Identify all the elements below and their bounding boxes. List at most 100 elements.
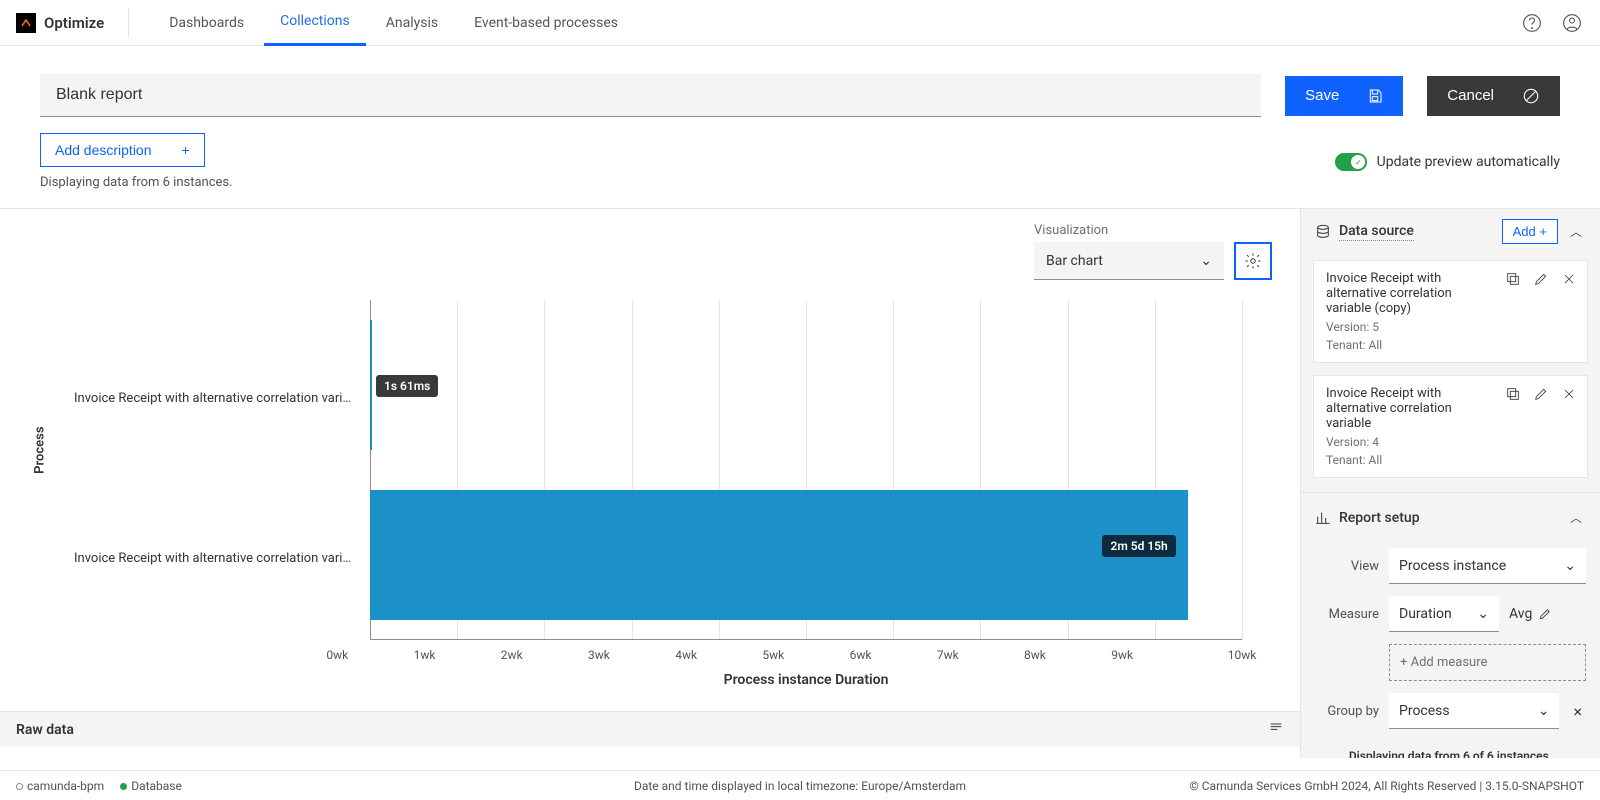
- nav-tab-dashboards[interactable]: Dashboards: [153, 0, 260, 46]
- help-icon[interactable]: [1520, 11, 1544, 35]
- tick-2: 2wk: [501, 648, 588, 662]
- save-icon: [1367, 88, 1383, 104]
- tick-8: 8wk: [1024, 648, 1111, 662]
- auto-preview-label: Update preview automatically: [1377, 154, 1560, 170]
- timezone-text: Date and time displayed in local timezon…: [634, 779, 966, 793]
- expand-icon[interactable]: [1268, 720, 1284, 740]
- chart-pane: Visualization Bar chart ⌄ Process Invoic…: [0, 209, 1300, 758]
- cancel-label: Cancel: [1447, 87, 1494, 104]
- tick-0: 0wk: [326, 648, 413, 662]
- chevron-up-icon[interactable]: ︿: [1566, 505, 1586, 530]
- engine-status: camunda-bpm: [16, 779, 104, 793]
- sub-row: Add description + Displaying data from 6…: [0, 117, 1600, 208]
- y-axis-label: Process: [33, 426, 48, 473]
- nav-tab-analysis[interactable]: Analysis: [370, 0, 454, 46]
- x-axis-label: Process instance Duration: [370, 672, 1242, 688]
- viz-value: Bar chart: [1046, 253, 1103, 269]
- visualization-select[interactable]: Bar chart ⌄: [1034, 242, 1224, 280]
- add-measure-button[interactable]: + Add measure: [1389, 644, 1586, 681]
- instances-text: Displaying data from 6 instances.: [40, 175, 233, 190]
- group-by-select[interactable]: Process ⌄: [1389, 693, 1559, 729]
- group-by-value: Process: [1399, 703, 1450, 719]
- chevron-down-icon: ⌄: [1564, 558, 1576, 574]
- plus-icon: +: [182, 142, 190, 158]
- auto-preview-toggle[interactable]: ✓: [1335, 153, 1367, 171]
- cancel-icon: [1522, 87, 1540, 105]
- db-status: Database: [120, 779, 182, 793]
- sub-right: ✓ Update preview automatically: [1335, 153, 1560, 171]
- copy-icon[interactable]: [1503, 384, 1523, 404]
- tick-3: 3wk: [588, 648, 675, 662]
- measure-value: Duration: [1399, 606, 1452, 622]
- tick-7: 7wk: [937, 648, 1024, 662]
- value-badge-1: 2m 5d 15h: [1102, 535, 1175, 557]
- save-button[interactable]: Save: [1285, 76, 1403, 116]
- ds-version-0: Version: 5: [1326, 320, 1575, 334]
- chevron-down-icon: ⌄: [1477, 606, 1489, 622]
- cat-label-1: Invoice Receipt with alternative correla…: [74, 551, 364, 566]
- gear-icon: [1244, 252, 1262, 270]
- bar-0[interactable]: [370, 320, 372, 449]
- chevron-down-icon: ⌄: [1200, 253, 1212, 269]
- chart-icon: [1315, 510, 1331, 526]
- sub-left: Add description + Displaying data from 6…: [40, 133, 233, 190]
- cat-label-0: Invoice Receipt with alternative correla…: [74, 391, 364, 406]
- chart-body: Process Invoice Receipt with alternative…: [46, 300, 1272, 680]
- measure-select[interactable]: Duration ⌄: [1389, 596, 1499, 632]
- brand-name: Optimize: [44, 14, 104, 32]
- brand: Optimize: [16, 8, 129, 38]
- tick-4: 4wk: [675, 648, 762, 662]
- group-by-label: Group by: [1315, 704, 1379, 719]
- ds-version-1: Version: 4: [1326, 435, 1575, 449]
- view-select[interactable]: Process instance ⌄: [1389, 548, 1586, 584]
- main-area: Visualization Bar chart ⌄ Process Invoic…: [0, 208, 1600, 758]
- viz-col: Visualization Bar chart ⌄: [1034, 223, 1224, 280]
- save-label: Save: [1305, 87, 1339, 104]
- chart-settings-button[interactable]: [1234, 242, 1272, 280]
- tick-labels: 0wk 1wk 2wk 3wk 4wk 5wk 6wk 7wk 8wk 9wk …: [370, 648, 1242, 662]
- tick-5: 5wk: [762, 648, 849, 662]
- close-icon[interactable]: [1559, 269, 1579, 289]
- add-data-source-button[interactable]: Add +: [1502, 219, 1558, 244]
- group-by-row: Group by Process ⌄ ×: [1301, 687, 1600, 735]
- user-icon[interactable]: [1560, 11, 1584, 35]
- ds-name-1: Invoice Receipt with alternative correla…: [1326, 386, 1486, 431]
- cancel-button[interactable]: Cancel: [1427, 76, 1560, 116]
- setup-footer: Displaying data from 6 of 6 instances.: [1301, 735, 1600, 758]
- copy-icon[interactable]: [1503, 269, 1523, 289]
- topnav-right: [1520, 11, 1584, 35]
- viz-row: Visualization Bar chart ⌄: [28, 223, 1272, 280]
- view-row: View Process instance ⌄: [1301, 542, 1600, 590]
- top-nav: Optimize Dashboards Collections Analysis…: [0, 0, 1600, 46]
- tick-1: 1wk: [414, 648, 501, 662]
- close-icon[interactable]: [1559, 384, 1579, 404]
- view-value: Process instance: [1399, 558, 1506, 574]
- edit-icon[interactable]: [1531, 269, 1551, 289]
- value-badge-0: 1s 61ms: [376, 375, 438, 397]
- check-icon: ✓: [1355, 158, 1362, 167]
- nav-tab-event-processes[interactable]: Event-based processes: [458, 0, 634, 46]
- nav-tab-collections[interactable]: Collections: [264, 0, 366, 46]
- measure-row: Measure Duration ⌄ Avg: [1301, 590, 1600, 638]
- view-label: View: [1315, 559, 1379, 574]
- report-setup-title: Report setup: [1339, 510, 1420, 526]
- report-title-input[interactable]: [40, 74, 1261, 117]
- clear-group-by-icon[interactable]: ×: [1569, 702, 1586, 721]
- chevron-up-icon[interactable]: ︿: [1566, 219, 1586, 244]
- bar-1[interactable]: [370, 490, 1188, 619]
- measure-agg[interactable]: Avg: [1509, 606, 1552, 622]
- add-description-button[interactable]: Add description +: [40, 133, 205, 167]
- raw-data-title: Raw data: [16, 722, 74, 738]
- data-source-header: Data source Add + ︿: [1301, 209, 1600, 254]
- category-labels: Invoice Receipt with alternative correla…: [74, 318, 364, 638]
- chevron-down-icon: ⌄: [1538, 703, 1550, 719]
- database-icon: [1315, 224, 1331, 240]
- ds-tenant-0: Tenant: All: [1326, 338, 1575, 352]
- measure-agg-value: Avg: [1509, 606, 1532, 622]
- tick-10: 10wk: [1228, 648, 1257, 662]
- edit-icon[interactable]: [1531, 384, 1551, 404]
- data-source-item-1: Invoice Receipt with alternative correla…: [1313, 375, 1588, 478]
- raw-data-bar[interactable]: Raw data: [0, 711, 1300, 747]
- tick-6: 6wk: [850, 648, 937, 662]
- copyright-text: © Camunda Services GmbH 2024, All Rights…: [1189, 779, 1584, 793]
